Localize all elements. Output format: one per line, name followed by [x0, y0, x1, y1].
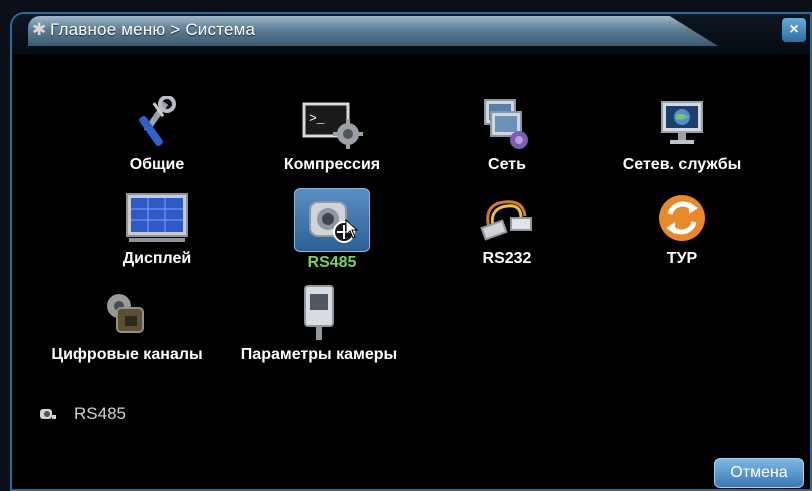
- gear-icon: ✱: [32, 20, 47, 39]
- menu-item-label: Общие: [129, 156, 185, 173]
- display-icon: [122, 188, 192, 248]
- title-bar: ✱ Главное меню > Система ×: [12, 14, 810, 54]
- ptz-camera-icon: [40, 409, 56, 419]
- menu-item-label: Цифровые каналы: [51, 346, 203, 363]
- refresh-icon: [647, 188, 717, 248]
- terminal-gear-icon: >_: [297, 94, 367, 154]
- menu-item-label: Сетев. службы: [622, 156, 742, 173]
- globe-monitor-icon: [647, 94, 717, 154]
- menu-item-label: Компрессия: [283, 156, 381, 173]
- menu-item-network[interactable]: Сеть: [422, 94, 592, 190]
- mouse-cursor-icon: [345, 219, 359, 239]
- menu-item-rs485[interactable]: RS485: [247, 188, 417, 284]
- cancel-button[interactable]: Отмена: [714, 458, 804, 488]
- cable-icon: [472, 188, 542, 248]
- menu-item-label: RS232: [482, 250, 532, 267]
- camera-icon: [284, 284, 354, 344]
- menu-item-label: Параметры камеры: [240, 346, 398, 363]
- menu-item-network-services[interactable]: Сетев. службы: [597, 94, 767, 190]
- selection-status: RS485: [40, 404, 126, 424]
- menu-item-label: Сеть: [488, 156, 526, 173]
- menu-item-digital-channels[interactable]: Цифровые каналы: [32, 284, 222, 380]
- menu-item-camera-params[interactable]: Параметры камеры: [224, 284, 414, 380]
- menu-item-label: ТУР: [666, 250, 698, 267]
- network-monitors-icon: [472, 94, 542, 154]
- menu-grid: Общие >_ Компрессия Сеть Сетев. службы Д…: [12, 54, 810, 489]
- menu-item-rs232[interactable]: RS232: [422, 188, 592, 284]
- menu-item-general[interactable]: Общие: [72, 94, 242, 190]
- digital-channel-icon: [92, 284, 162, 344]
- menu-item-tour[interactable]: ТУР: [597, 188, 767, 284]
- menu-item-label: RS485: [307, 254, 357, 271]
- menu-item-label: Дисплей: [122, 250, 192, 267]
- menu-item-compression[interactable]: >_ Компрессия: [247, 94, 417, 190]
- close-button[interactable]: ×: [782, 18, 806, 42]
- menu-item-display[interactable]: Дисплей: [72, 188, 242, 284]
- tools-icon: [122, 94, 192, 154]
- status-text: RS485: [74, 404, 126, 423]
- system-menu-window: ✱ Главное меню > Система × Общие >_ Комп…: [10, 12, 812, 491]
- svg-text:>_: >_: [309, 111, 325, 126]
- window-title: Главное меню > Система: [50, 20, 256, 39]
